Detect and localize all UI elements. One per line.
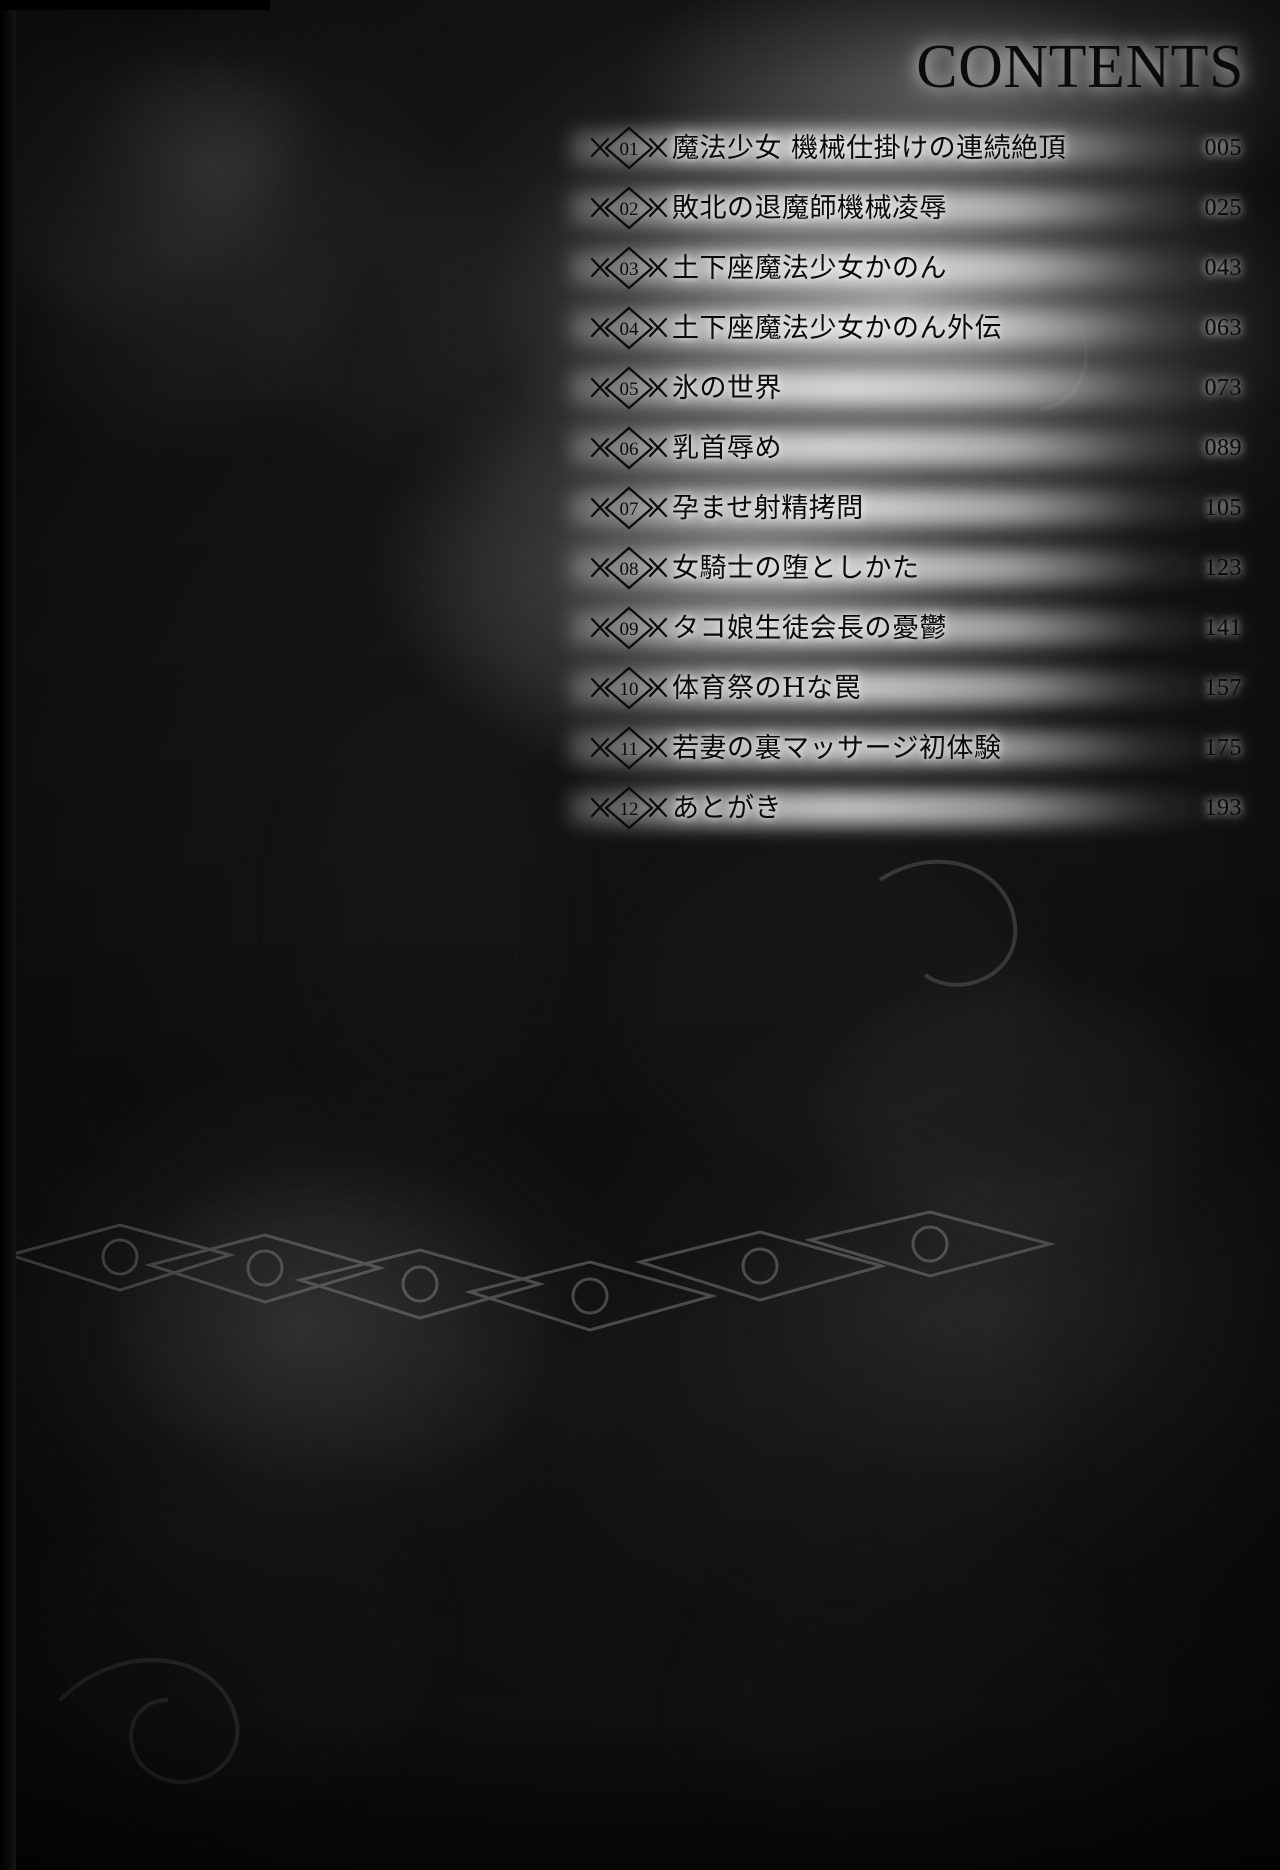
toc-entry-page: 025 — [1204, 195, 1242, 221]
toc-entry[interactable]: 10 体育祭のHな罠 157 — [586, 665, 1242, 711]
diamond-with-cross-arms-icon: 09 — [586, 605, 672, 651]
toc-entry-number: 09 — [620, 619, 639, 640]
toc-entry[interactable]: 01 魔法少女 機械仕掛けの連続絶頂 005 — [586, 125, 1242, 171]
toc-entry-title: あとがき — [672, 792, 782, 824]
toc-entry-title: 土下座魔法少女かのん外伝 — [672, 312, 1002, 344]
toc-entry-title: 魔法少女 機械仕掛けの連続絶頂 — [672, 132, 1067, 164]
toc-entry-number: 04 — [620, 319, 640, 340]
toc-entry[interactable]: 07 孕ませ射精拷問 105 — [586, 485, 1242, 531]
toc-entry-number: 12 — [620, 799, 639, 820]
toc-entry[interactable]: 02 敗北の退魔師機械凌辱 025 — [586, 185, 1242, 231]
toc-entry[interactable]: 04 土下座魔法少女かのん外伝 063 — [586, 305, 1242, 351]
toc-entry-page: 123 — [1204, 555, 1242, 581]
contents-section: CONTENTS 01 魔法少女 機械仕掛けの連続絶頂 005 02 敗北の退魔… — [0, 0, 1280, 1000]
toc-entry-number: 05 — [620, 379, 639, 400]
toc-entry-page: 073 — [1204, 375, 1242, 401]
toc-entry-number: 07 — [620, 499, 639, 520]
toc-entry[interactable]: 11 若妻の裏マッサージ初体験 175 — [586, 725, 1242, 771]
toc-entry-page: 193 — [1204, 795, 1242, 821]
toc-entry[interactable]: 08 女騎士の堕としかた 123 — [586, 545, 1242, 591]
diamond-with-cross-arms-icon: 07 — [586, 485, 672, 531]
toc-entry-title: タコ娘生徒会長の憂鬱 — [672, 612, 947, 644]
table-of-contents-list: 01 魔法少女 機械仕掛けの連続絶頂 005 02 敗北の退魔師機械凌辱 025… — [586, 125, 1242, 845]
toc-entry-title: 敗北の退魔師機械凌辱 — [672, 192, 947, 224]
toc-entry-number: 02 — [620, 199, 639, 220]
toc-entry[interactable]: 06 乳首辱め 089 — [586, 425, 1242, 471]
diamond-with-cross-arms-icon: 06 — [586, 425, 672, 471]
diamond-with-cross-arms-icon: 02 — [586, 185, 672, 231]
toc-entry-page: 063 — [1204, 315, 1242, 341]
diamond-with-cross-arms-icon: 12 — [586, 785, 672, 831]
diamond-with-cross-arms-icon: 03 — [586, 245, 672, 291]
diamond-with-cross-arms-icon: 10 — [586, 665, 672, 711]
toc-entry-number: 03 — [620, 259, 639, 280]
toc-entry-title: 氷の世界 — [672, 372, 782, 404]
toc-entry[interactable]: 12 あとがき 193 — [586, 785, 1242, 831]
toc-entry-page: 141 — [1204, 615, 1242, 641]
diamond-with-cross-arms-icon: 01 — [586, 125, 672, 171]
toc-entry-number: 08 — [620, 559, 639, 580]
toc-entry-page: 005 — [1204, 135, 1242, 161]
toc-entry-title: 土下座魔法少女かのん — [672, 252, 947, 284]
toc-entry-number: 10 — [620, 679, 639, 700]
toc-entry[interactable]: 05 氷の世界 073 — [586, 365, 1242, 411]
diamond-with-cross-arms-icon: 04 — [586, 305, 672, 351]
toc-entry-title: 乳首辱め — [672, 432, 782, 464]
toc-entry-title: 孕ませ射精拷問 — [672, 492, 864, 524]
toc-entry-title: 女騎士の堕としかた — [672, 552, 920, 584]
contents-page: CONTENTS 01 魔法少女 機械仕掛けの連続絶頂 005 02 敗北の退魔… — [0, 0, 1280, 1870]
toc-entry-page: 089 — [1204, 435, 1242, 461]
diamond-with-cross-arms-icon: 11 — [586, 725, 672, 771]
toc-entry-page: 157 — [1204, 675, 1242, 701]
toc-entry-number: 06 — [620, 439, 639, 460]
toc-entry-title: 体育祭のHな罠 — [672, 672, 862, 704]
toc-entry-page: 043 — [1204, 255, 1242, 281]
diamond-with-cross-arms-icon: 05 — [586, 365, 672, 411]
toc-entry-number: 11 — [620, 739, 638, 760]
toc-entry-title: 若妻の裏マッサージ初体験 — [672, 732, 1002, 764]
toc-entry[interactable]: 03 土下座魔法少女かのん 043 — [586, 245, 1242, 291]
toc-entry-page: 105 — [1204, 495, 1242, 521]
diamond-with-cross-arms-icon: 08 — [586, 545, 672, 591]
page-title: CONTENTS — [916, 33, 1244, 101]
toc-entry[interactable]: 09 タコ娘生徒会長の憂鬱 141 — [586, 605, 1242, 651]
toc-entry-number: 01 — [620, 139, 639, 160]
toc-entry-page: 175 — [1204, 735, 1242, 761]
